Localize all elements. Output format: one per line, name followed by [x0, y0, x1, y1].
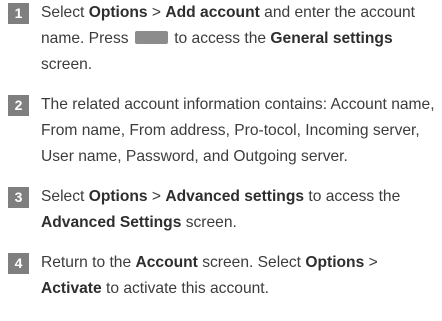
step-text-segment: >	[147, 4, 166, 21]
step-text-segment: to access the	[169, 30, 271, 47]
step-3: 3 Select Options > Advanced settings to a…	[8, 184, 438, 236]
step-4: 4 Return to the Account screen. Select Op…	[8, 250, 438, 302]
step-text-segment: The related account information contains…	[41, 96, 435, 165]
step-text: Select Options > Advanced settings to ac…	[41, 184, 438, 236]
step-text-segment: screen. Select	[197, 254, 306, 271]
step-number-badge: 3	[8, 187, 29, 208]
step-text-segment: screen.	[181, 214, 237, 231]
bold-term: Options	[88, 4, 148, 21]
step-1: 1 Select Options > Add account and enter …	[8, 0, 438, 78]
step-text: Return to the Account screen. Select Opt…	[41, 250, 438, 302]
step-number-badge: 4	[8, 253, 29, 274]
step-text: Select Options > Add account and enter t…	[41, 0, 438, 78]
softkey-icon	[134, 31, 168, 44]
step-text-segment: to activate this account.	[101, 280, 269, 297]
step-text: The related account information contains…	[41, 92, 438, 170]
bold-term: Add account	[165, 4, 260, 21]
step-2: 2 The related account information contain…	[8, 92, 438, 170]
step-number-badge: 2	[8, 95, 29, 116]
step-text-segment: screen.	[41, 56, 93, 73]
instruction-steps: 1 Select Options > Add account and enter …	[8, 0, 438, 316]
bold-term: Activate	[41, 280, 102, 297]
bold-term: Account	[135, 254, 198, 271]
step-text-segment: Return to the	[41, 254, 136, 271]
bold-term: Advanced settings	[165, 188, 305, 205]
bold-term: Options	[88, 188, 148, 205]
bold-term: Options	[305, 254, 365, 271]
step-text-segment: Select	[41, 188, 89, 205]
step-text-segment: to access the	[304, 188, 401, 205]
step-text-segment: Select	[41, 4, 89, 21]
step-number-badge: 1	[8, 3, 29, 24]
bold-term: Advanced Settings	[41, 214, 182, 231]
bold-term: General settings	[270, 30, 393, 47]
step-text-segment: >	[364, 254, 378, 271]
step-text-segment: >	[147, 188, 166, 205]
